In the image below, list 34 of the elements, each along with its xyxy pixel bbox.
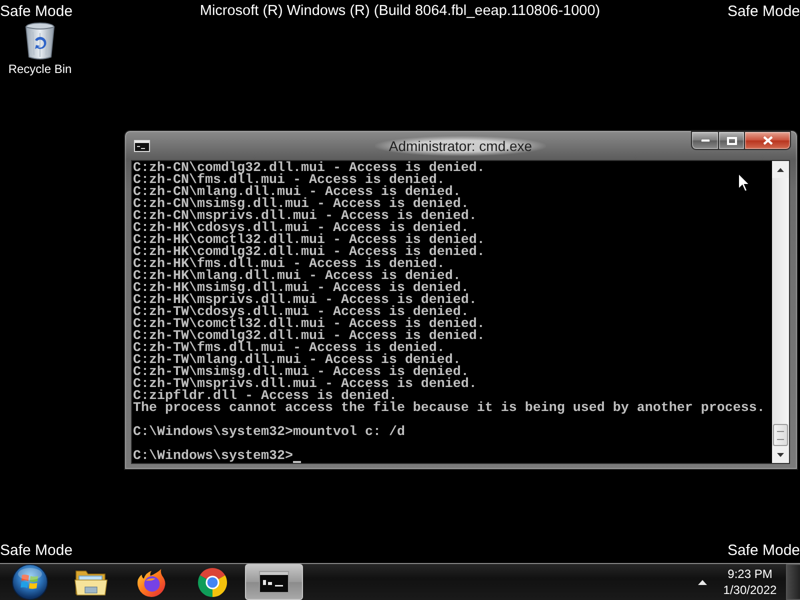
scrollbar[interactable] (772, 161, 789, 463)
terminal-icon (134, 140, 150, 152)
flame-globe-icon (136, 566, 167, 598)
trash-can-icon[interactable] (24, 22, 56, 60)
shortcut-label[interactable]: Recycle Bin (8, 62, 72, 76)
up-arrow-icon (698, 580, 706, 584)
safe-mode-label: Safe Mode (0, 542, 73, 558)
clock-time[interactable]: 9:23 PM (728, 566, 772, 582)
clock-date[interactable]: 1/30/2022 (723, 582, 777, 598)
segmented-ring-icon (197, 566, 228, 598)
safe-mode-label: Safe Mode (727, 2, 800, 20)
safe-mode-label: Safe Mode (0, 2, 73, 20)
flag-orb-icon (12, 564, 48, 600)
command-line: C:\Windows\system32>mountvol c: /d (133, 427, 405, 439)
maximize-icon (726, 136, 736, 144)
minimize-button[interactable] (691, 131, 718, 150)
mouse-pointer-icon (738, 173, 750, 192)
console-area[interactable] (132, 161, 772, 463)
scroll-thumb[interactable] (773, 424, 788, 446)
window-title: Administrator: cmd.exe (374, 136, 546, 156)
maximize-button[interactable] (718, 131, 744, 150)
minimize-icon (700, 139, 710, 142)
console-line: The process cannot access the file because it is being used by another process. (133, 403, 765, 415)
command-line: C:\Windows\system32> (133, 451, 293, 463)
safe-mode-label: Safe Mode (727, 542, 800, 558)
terminal-icon (259, 571, 289, 593)
close-button[interactable] (744, 131, 791, 150)
down-arrow-icon (777, 452, 784, 456)
close-icon (762, 136, 772, 145)
build-title: Microsoft (R) Windows (R) (Build 8064.fbl_eeap.110806-1000) (200, 3, 600, 19)
up-arrow-icon (777, 168, 784, 172)
taskbar-button[interactable] (245, 564, 303, 600)
scroll-down-button[interactable] (772, 446, 789, 463)
scroll-up-button[interactable] (772, 161, 789, 178)
